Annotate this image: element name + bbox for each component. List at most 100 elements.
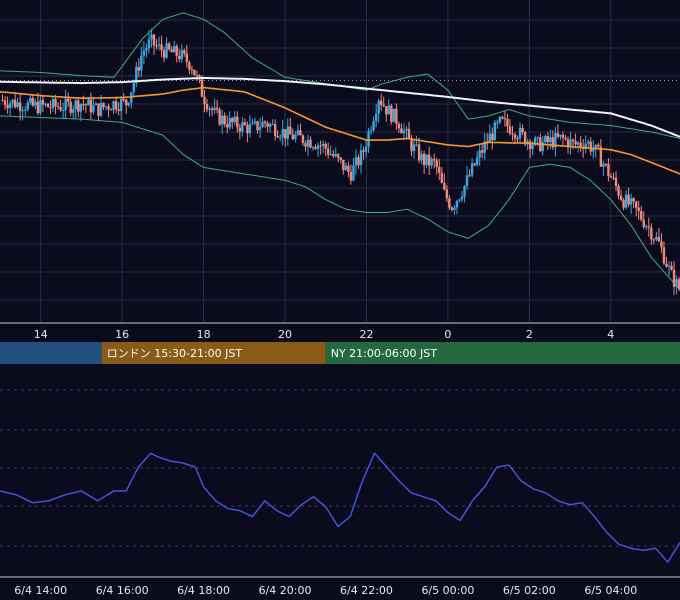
candle-down xyxy=(382,104,385,107)
candle-down xyxy=(662,247,666,264)
candle-up xyxy=(74,100,77,110)
candle-down xyxy=(122,99,125,101)
candle-down xyxy=(362,150,365,152)
candle-down xyxy=(647,226,651,228)
candle-up xyxy=(316,145,320,149)
forex-chart[interactable]: 14 16 18 20 22 0 2 4 ロンドン 15:30-21:00 JST NY 21:… xyxy=(0,0,680,600)
candle-down xyxy=(433,158,436,161)
candle-down xyxy=(203,96,206,105)
candle-down xyxy=(1,99,4,101)
candle-down xyxy=(438,166,441,173)
candle-down xyxy=(205,104,209,110)
candle-down xyxy=(3,100,7,105)
candle-down xyxy=(155,45,158,47)
candle-down xyxy=(18,102,22,112)
candle-up xyxy=(29,97,32,103)
candle-down xyxy=(617,186,620,196)
candle-up xyxy=(655,237,658,240)
candle-up xyxy=(493,122,497,141)
candle-up xyxy=(140,55,143,71)
candle-down xyxy=(622,199,625,208)
candle-down xyxy=(609,176,613,178)
candle-down xyxy=(6,104,9,109)
candle-up xyxy=(496,122,499,124)
candle-down xyxy=(263,121,267,124)
candle-up xyxy=(392,108,396,122)
candle-up xyxy=(402,130,406,134)
candle-up xyxy=(430,158,433,166)
candle-down xyxy=(49,107,52,109)
candle-down xyxy=(193,69,196,76)
candle-down xyxy=(337,154,340,158)
candle-down xyxy=(503,118,507,120)
candle-up xyxy=(549,137,552,143)
candle-down xyxy=(59,107,62,111)
price-tick-label: 22 xyxy=(359,328,373,341)
candle-down xyxy=(190,69,194,71)
candle-down xyxy=(564,137,567,140)
candle-down xyxy=(652,239,656,241)
candle-up xyxy=(415,144,418,146)
candle-down xyxy=(450,207,454,211)
candle-up xyxy=(145,48,148,51)
price-tick-label: 14 xyxy=(34,328,48,341)
candle-down xyxy=(117,109,120,111)
candle-up xyxy=(453,207,456,211)
candle-up xyxy=(359,150,363,166)
candle-up xyxy=(458,199,461,201)
candle-down xyxy=(445,189,449,199)
candle-up xyxy=(518,127,522,139)
candle-up xyxy=(26,102,29,110)
candle-up xyxy=(420,153,423,161)
candle-down xyxy=(223,115,226,125)
candle-up xyxy=(241,122,244,132)
candle-down xyxy=(210,108,214,111)
candle-up xyxy=(150,34,153,40)
candle-up xyxy=(79,104,82,112)
candle-up xyxy=(372,121,375,131)
candle-down xyxy=(619,195,623,200)
session-label: ロンドン 15:30-21:00 JST xyxy=(107,347,243,360)
candle-down xyxy=(13,99,17,108)
session-block xyxy=(0,342,102,364)
candle-up xyxy=(425,154,428,166)
candle-up xyxy=(281,129,284,138)
candle-down xyxy=(218,109,221,125)
candle-down xyxy=(417,144,421,161)
candle-up xyxy=(344,165,348,171)
candle-up xyxy=(645,226,648,228)
candle-up xyxy=(112,101,115,111)
candle-down xyxy=(511,133,514,135)
candle-down xyxy=(589,141,592,152)
candle-up xyxy=(369,130,373,132)
candle-up xyxy=(475,157,479,166)
candle-down xyxy=(521,127,524,133)
candle-up xyxy=(334,154,337,157)
candle-down xyxy=(236,116,239,128)
candle-down xyxy=(672,269,676,287)
candle-down xyxy=(276,135,279,138)
candle-up xyxy=(629,198,633,205)
candle-up xyxy=(592,149,595,152)
candle-up xyxy=(306,139,310,147)
candle-up xyxy=(39,100,42,114)
candle-down xyxy=(546,136,550,143)
candle-down xyxy=(357,157,360,166)
candle-down xyxy=(332,153,335,157)
candle-down xyxy=(347,165,350,173)
candle-up xyxy=(172,46,176,53)
candle-up xyxy=(624,194,628,208)
candle-down xyxy=(231,118,234,123)
candle-up xyxy=(61,109,65,111)
candle-down xyxy=(397,123,401,129)
candle-up xyxy=(354,157,358,166)
candle-down xyxy=(640,211,643,220)
candle-down xyxy=(188,62,191,70)
candle-down xyxy=(607,163,610,177)
candle-up xyxy=(8,103,12,109)
candle-up xyxy=(576,142,580,145)
candle-down xyxy=(528,141,532,150)
candle-down xyxy=(41,100,45,105)
candle-down xyxy=(246,125,249,134)
candle-down xyxy=(284,129,287,139)
